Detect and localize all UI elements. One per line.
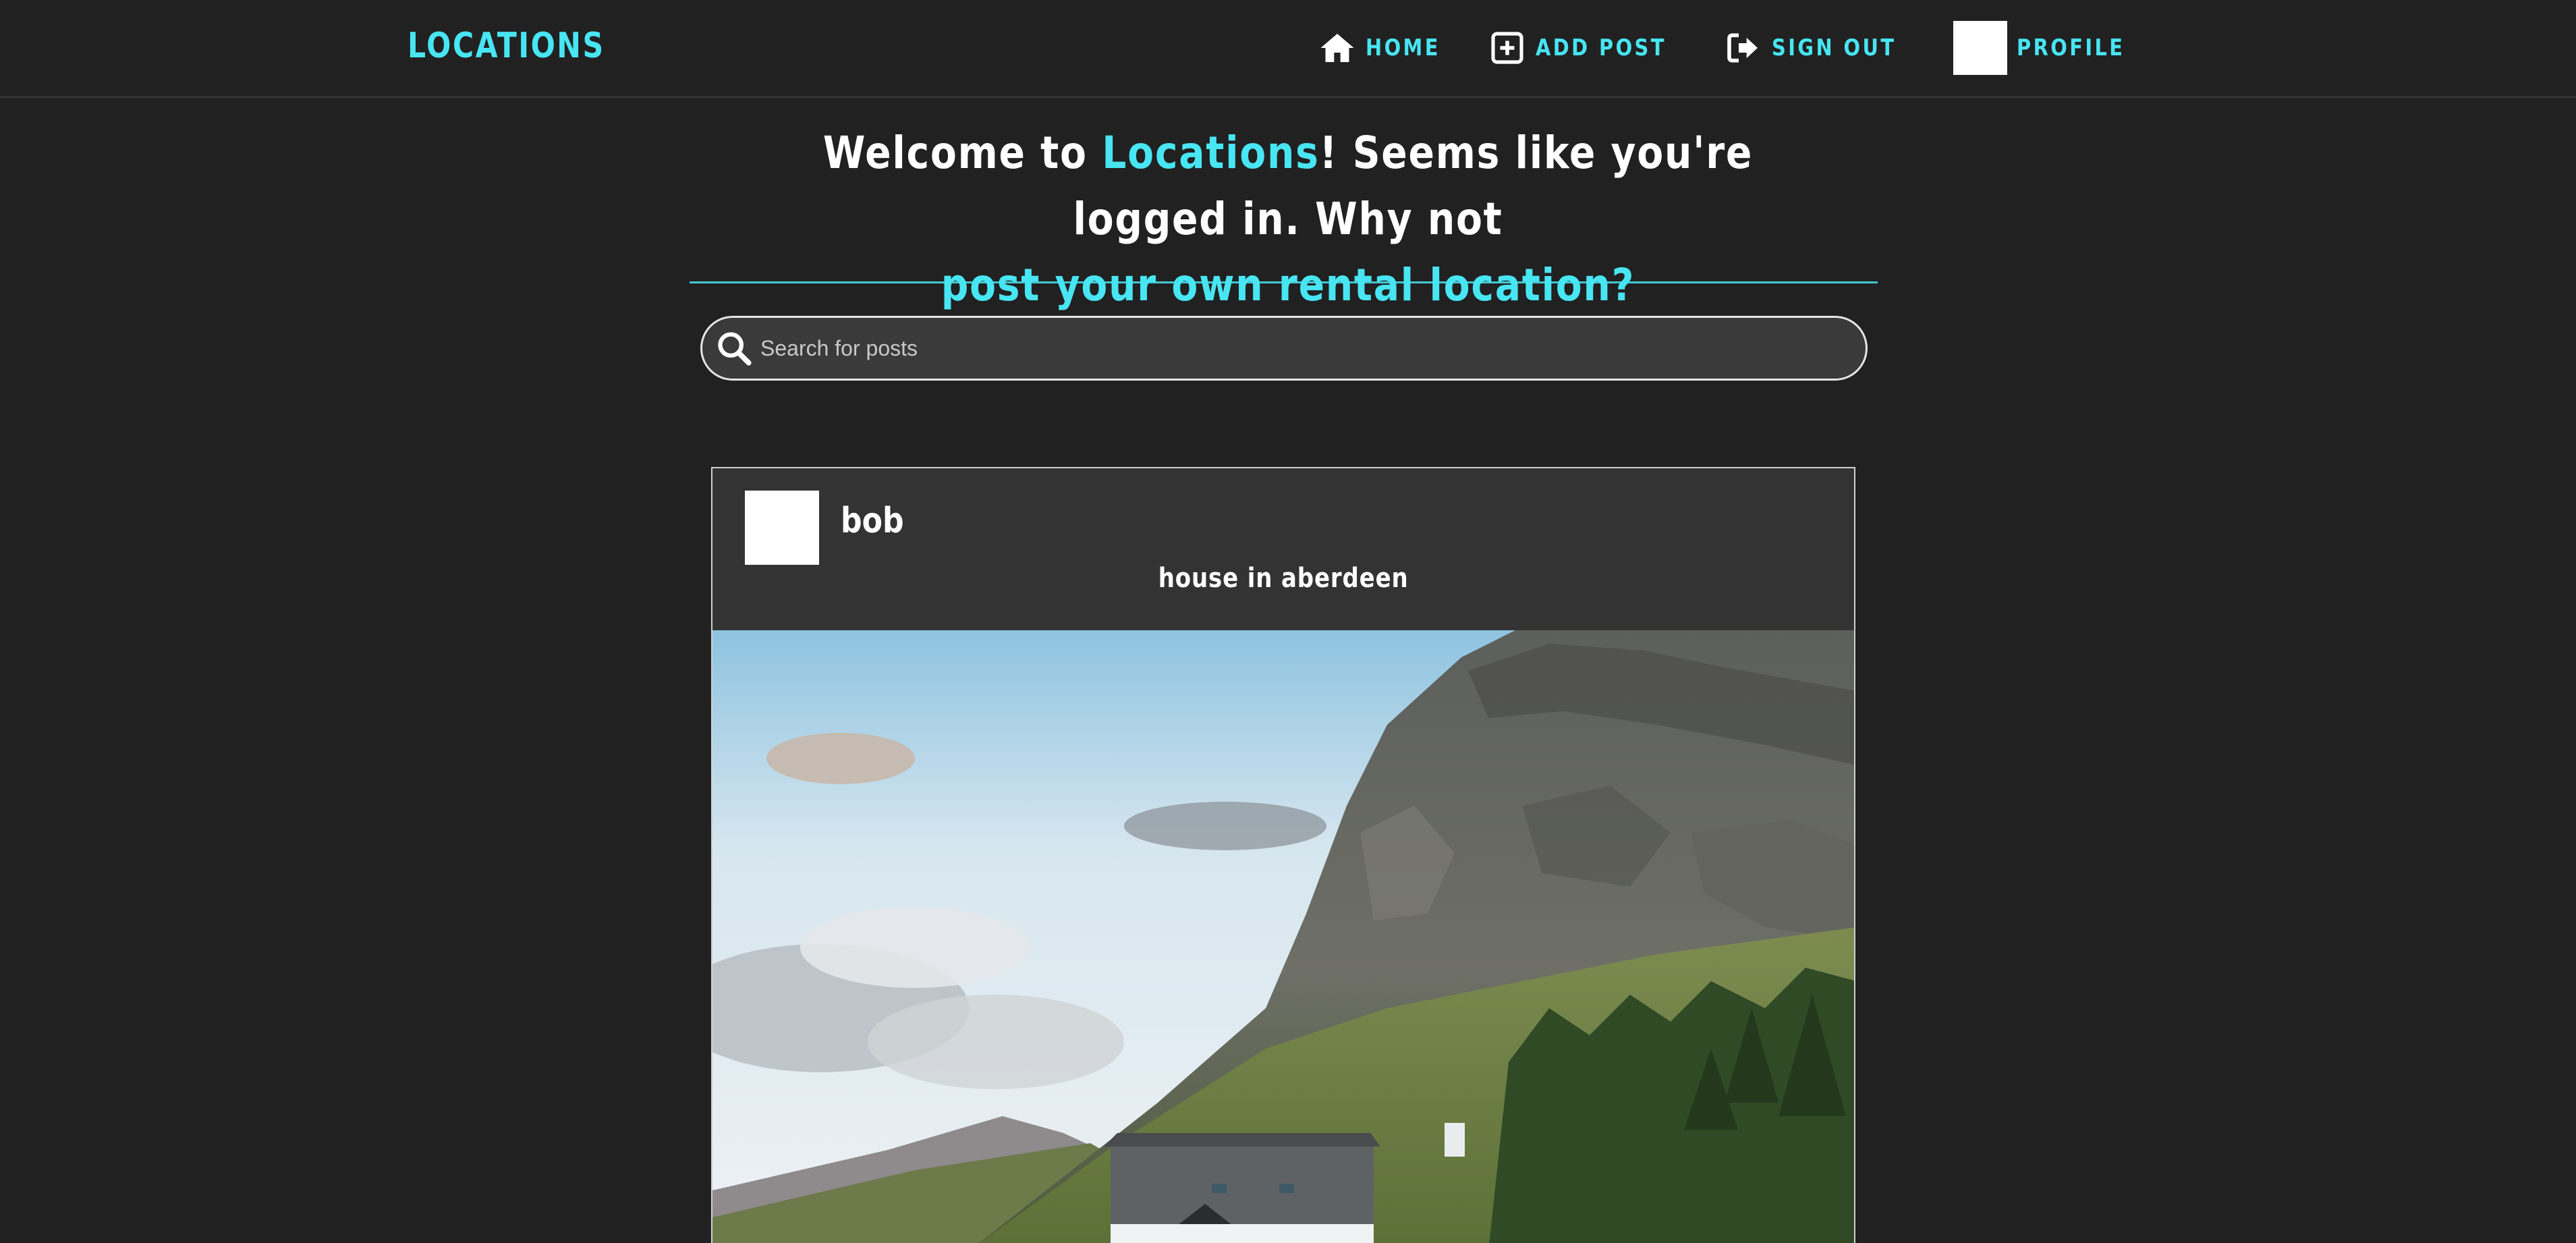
post-card[interactable]: bob house in aberdeen [711,467,1855,1243]
welcome-message: Welcome to Locations! Seems like you're … [0,120,2576,319]
search-icon [712,326,756,370]
post-author-avatar[interactable] [745,491,819,565]
post-rental-link[interactable]: post your own rental location? [941,259,1635,311]
post-header: bob house in aberdeen [712,468,1854,630]
nav-links: HOME ADD POST SIGN OUT PROFILE [1318,20,2144,76]
divider [690,281,1878,283]
post-image[interactable] [712,630,1854,1243]
welcome-brand: Locations [1102,127,1320,179]
search-input[interactable] [760,335,1840,361]
brand-logo[interactable]: LOCATIONS [408,26,605,66]
welcome-text-start: Welcome to [822,127,1102,179]
nav-profile-link[interactable]: PROFILE [1953,21,2144,75]
home-icon [1318,29,1356,67]
navbar: LOCATIONS HOME ADD POST SIGN OUT PROFILE [0,0,2576,98]
nav-add-post-link[interactable]: ADD POST [1488,29,1689,67]
profile-avatar [1953,21,2008,75]
nav-add-post-label: ADD POST [1536,34,1667,61]
post-title-text: house in aberdeen [1158,563,1409,594]
nav-sign-out-label: SIGN OUT [1772,34,1897,61]
post-author-name[interactable]: bob [841,501,904,541]
post-title: house in aberdeen [712,563,1854,594]
nav-home-label: HOME [1365,34,1440,61]
nav-home-link[interactable]: HOME [1318,29,1453,67]
add-post-icon [1488,29,1526,67]
nav-profile-label: PROFILE [2017,34,2125,61]
sign-out-icon [1725,29,1762,67]
search-bar [700,316,1868,381]
nav-sign-out-link[interactable]: SIGN OUT [1725,29,1918,67]
